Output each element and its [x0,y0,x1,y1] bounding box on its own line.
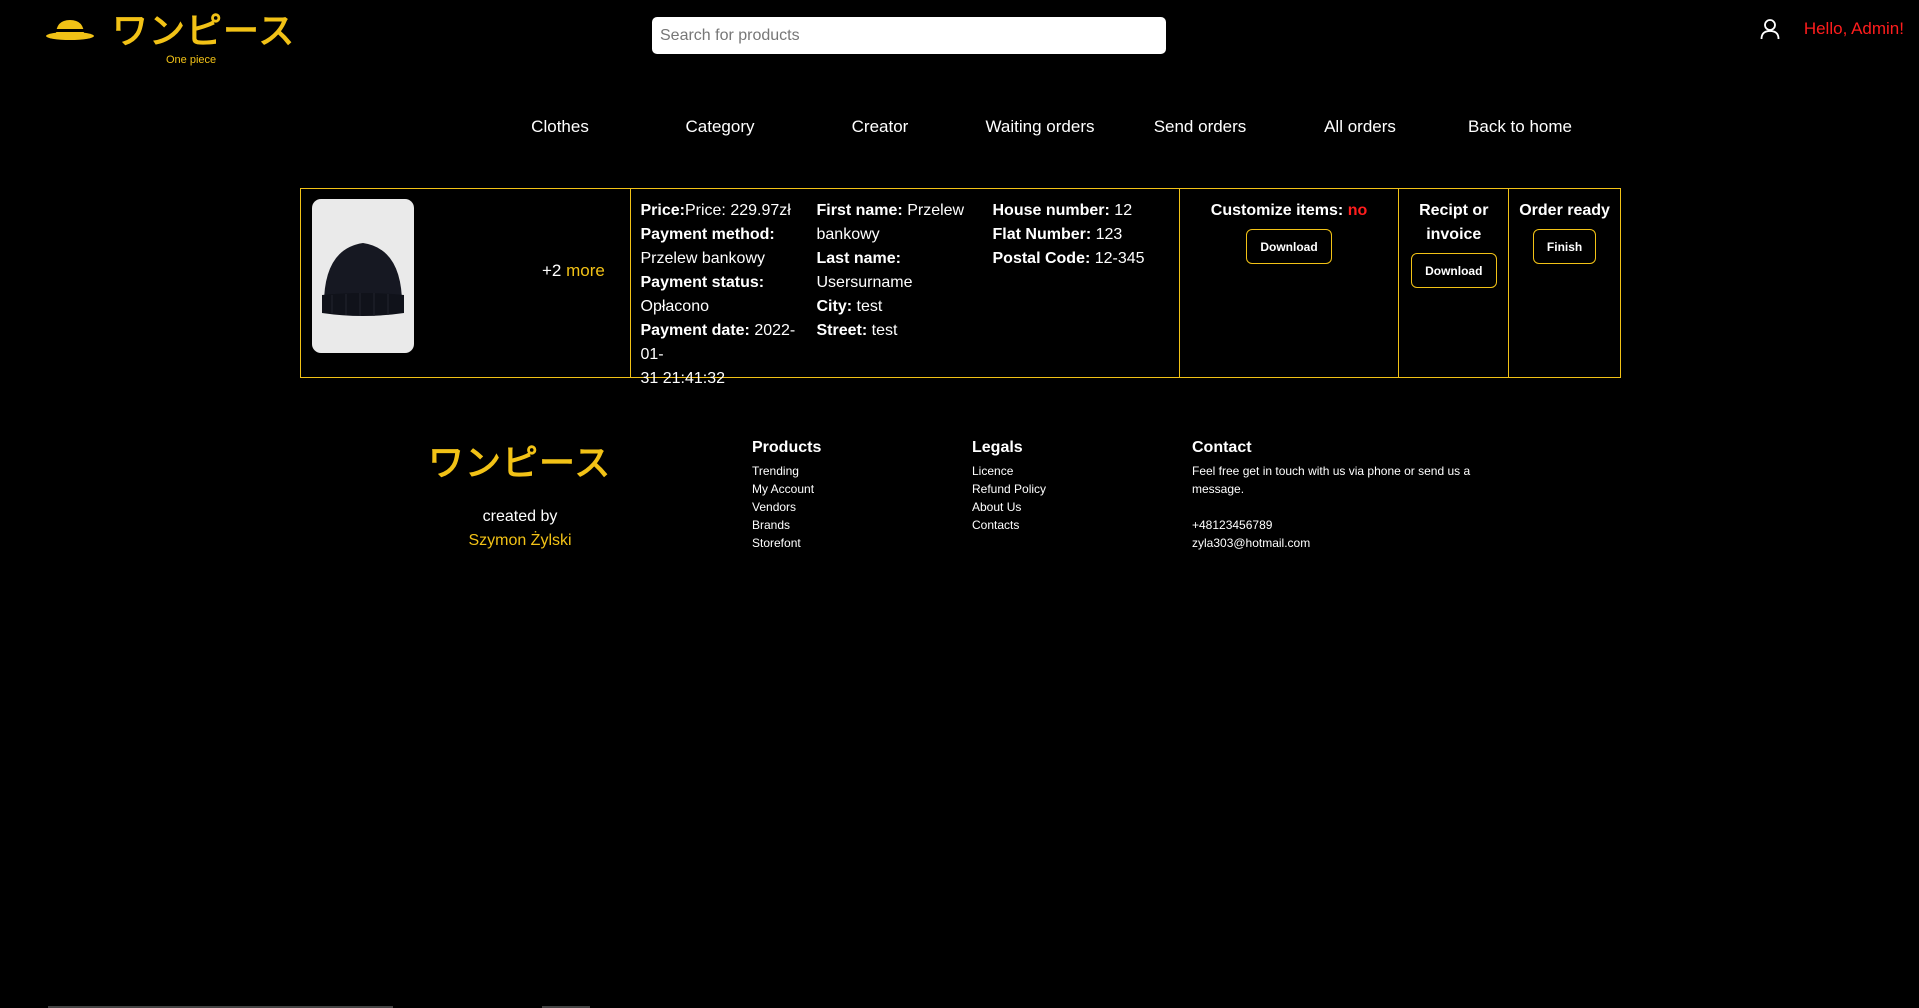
order-details-cell: Price:Price: 229.97zł Payment method: Pr… [631,189,1180,387]
customer-info: First name: Przelew bankowy Last name: U… [816,202,965,339]
order-row: +2 more Price:Price: 229.97zł Payment me… [300,188,1621,387]
logo-subtitle: One piece [166,54,217,66]
nav-clothes[interactable]: Clothes [531,117,589,137]
order-ready-cell: Order ready Finish [1509,189,1620,377]
nav-all-orders[interactable]: All orders [1324,117,1396,137]
address-info: House number: 12 Flat Number: 123 Postal… [992,202,1145,267]
beanie-image [322,243,404,316]
footer-link-storefont[interactable]: Storefont [752,534,821,552]
footer-legals: Legals Licence Refund Policy About Us Co… [972,439,1047,534]
logo-text: ワンピース [112,11,296,52]
footer-link-refund-policy[interactable]: Refund Policy [972,480,1046,498]
footer-logo: ワンピース [428,443,612,484]
footer-link-about-us[interactable]: About Us [972,498,1046,516]
footer-products: Products Trending My Account Vendors Bra… [752,439,822,552]
product-thumbnail[interactable] [312,199,414,353]
footer-link-vendors[interactable]: Vendors [752,498,821,516]
main-nav: Clothes Category Creator Waiting orders … [500,117,1600,137]
order-products-cell: +2 more [301,189,631,377]
receipt-cell: Recipt or invoice Download [1399,189,1510,377]
author-link[interactable]: Szymon Żylski [420,529,620,553]
nav-waiting-orders[interactable]: Waiting orders [986,117,1095,137]
nav-send-orders[interactable]: Send orders [1154,117,1247,137]
finish-order-button[interactable]: Finish [1533,229,1597,264]
nav-creator[interactable]: Creator [852,117,909,137]
user-greeting: Hello, Admin! [1803,19,1904,38]
brand-logo[interactable]: ワンピース One piece [44,12,294,66]
straw-hat-icon [46,20,94,40]
footer-link-trending[interactable]: Trending [752,462,821,480]
payment-info: Price:Price: 229.97zł Payment method: Pr… [640,202,796,387]
contact-email[interactable]: zyla303@hotmail.com [1192,534,1470,552]
user-menu[interactable]: Hello, Admin! [1760,18,1904,40]
footer-link-licence[interactable]: Licence [972,462,1046,480]
search-input[interactable] [652,17,1166,54]
user-icon[interactable] [1760,18,1780,40]
customize-items-cell: Customize items: no Download [1180,189,1400,377]
more-products-link[interactable]: +2 more [542,261,605,281]
footer-credits: created by Szymon Żylski [420,505,620,553]
contact-phone[interactable]: +48123456789 [1192,516,1470,534]
footer-link-my-account[interactable]: My Account [752,480,821,498]
download-customize-button[interactable]: Download [1246,229,1332,264]
download-receipt-button[interactable]: Download [1410,253,1497,288]
footer-link-brands[interactable]: Brands [752,516,821,534]
nav-back-to-home[interactable]: Back to home [1468,117,1572,137]
footer-contact: Contact Feel free get in touch with us v… [1192,439,1471,552]
customize-status: no [1347,202,1368,219]
nav-category[interactable]: Category [686,117,755,137]
footer-link-contacts[interactable]: Contacts [972,516,1046,534]
